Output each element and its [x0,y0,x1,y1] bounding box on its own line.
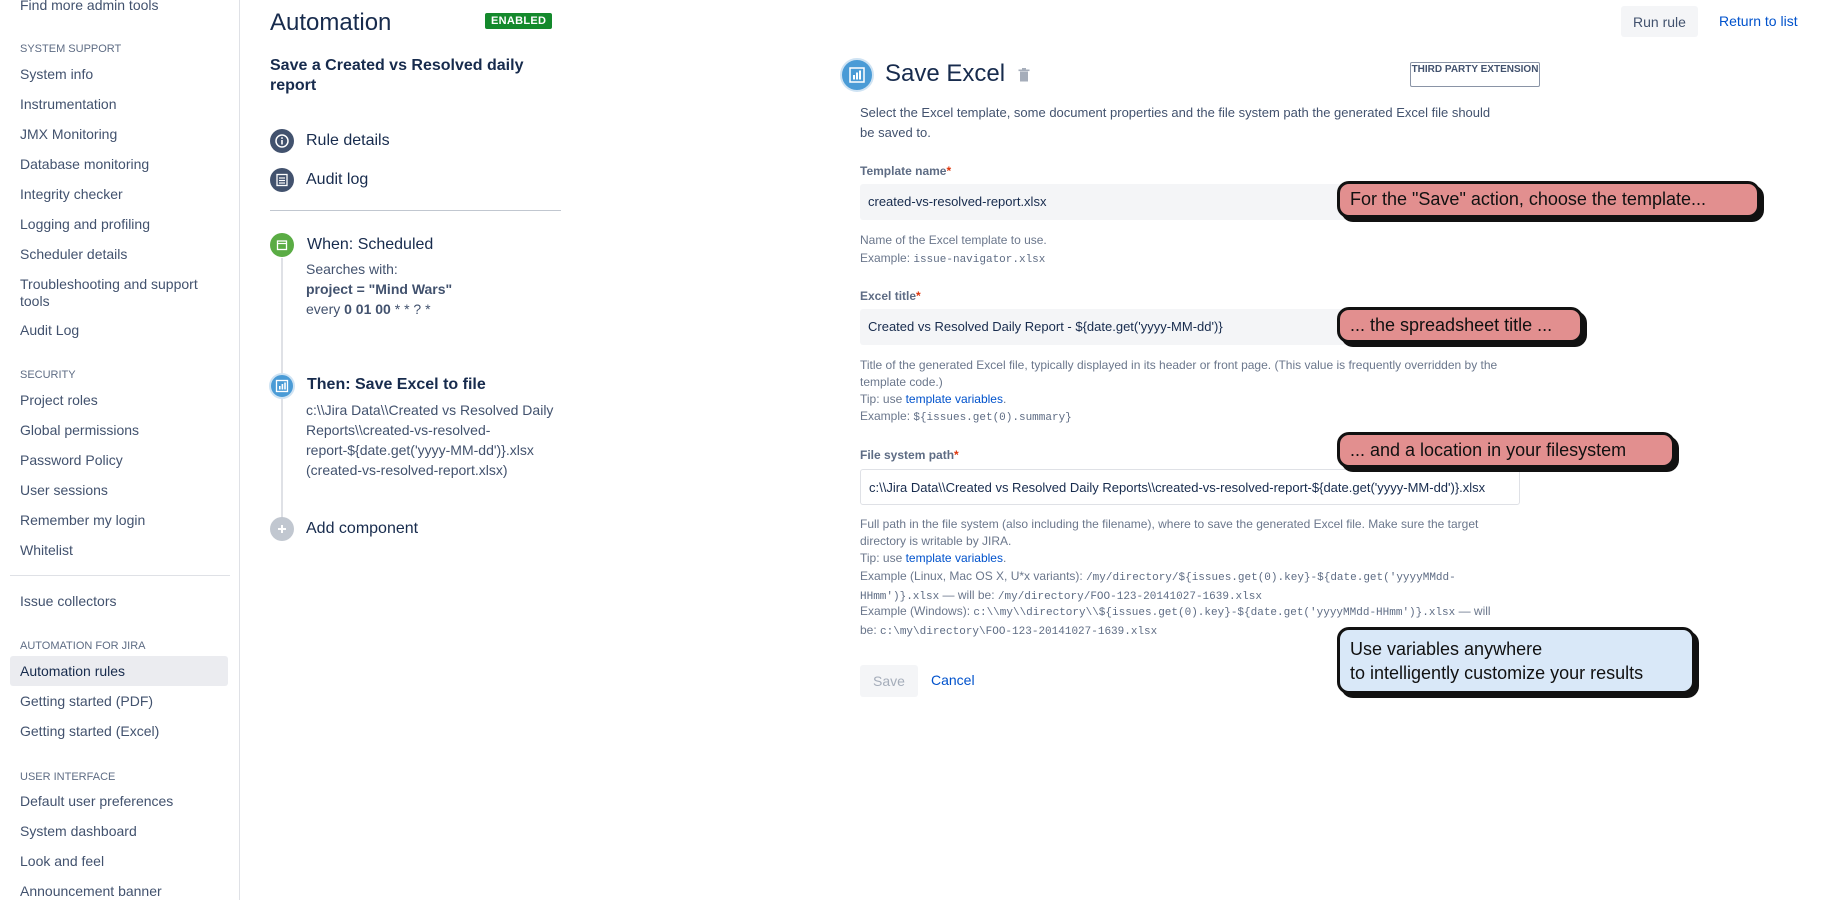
callout-variables-line-2: to intelligently customize your results [1350,662,1644,683]
action-template-name: (created-vs-resolved-report.xlsx) [306,462,508,478]
template-name-help: Name of the Excel template to use. [860,233,1047,247]
admin-sidebar: Find more admin tools SYSTEM SUPPORT Sys… [0,0,240,900]
sidebar-item-password-policy[interactable]: Password Policy [20,452,123,469]
sidebar-item-system-dashboard[interactable]: System dashboard [20,823,137,840]
excel-title-help: Title of the generated Excel file, typic… [860,358,1498,389]
return-to-list-link[interactable]: Return to list [1719,13,1798,29]
file-system-path-help: Full path in the file system (also inclu… [860,517,1479,548]
sidebar-item-user-sessions[interactable]: User sessions [20,482,108,499]
sidebar-item-getting-started-excel[interactable]: Getting started (Excel) [20,723,159,740]
sidebar-item-issue-collectors[interactable]: Issue collectors [20,593,116,610]
sidebar-heading-automation: AUTOMATION FOR JIRA [20,640,146,652]
action-path-line-2: Reports\\created-vs-resolved- [306,422,491,438]
sidebar-item-database-monitoring[interactable]: Database monitoring [20,156,149,173]
file-system-path-input[interactable]: c:\\Jira Data\\Created vs Resolved Daily… [860,469,1520,505]
trigger-jql: project = "Mind Wars" [306,281,453,297]
sidebar-item-global-permissions[interactable]: Global permissions [20,422,139,439]
sidebar-item-integrity-checker[interactable]: Integrity checker [20,186,123,203]
callout-title: ... the spreadsheet title ... [1337,307,1583,343]
template-variables-link-2[interactable]: template variables [906,551,1003,565]
excel-title-tip: Tip: use template variables. [860,392,1007,406]
audit-log-icon [270,168,294,192]
sidebar-item-getting-started-pdf[interactable]: Getting started (PDF) [20,693,153,710]
rule-details-link[interactable]: Rule details [306,132,390,150]
third-party-extension-badge[interactable]: THIRD PARTY EXTENSION [1410,62,1540,87]
excel-title-example: Example: ${issues.get(0).summary} [860,409,1072,424]
template-name-label: Template name* [860,164,952,178]
file-system-path-tip: Tip: use template variables. [860,551,1007,565]
template-name-example: Example: issue-navigator.xlsx [860,251,1046,266]
audit-log-link[interactable]: Audit log [306,171,368,189]
trigger-searches: Searches with: [306,261,398,277]
callout-variables: Use variables anywhere to intelligently … [1337,627,1695,694]
save-button[interactable]: Save [860,665,918,697]
sidebar-item-find-more-admin-tools[interactable]: Find more admin tools [20,0,159,14]
trigger-title[interactable]: When: Scheduled [307,236,433,254]
sidebar-item-automation-rules[interactable]: Automation rules [20,663,125,680]
callout-template: For the "Save" action, choose the templa… [1337,181,1760,218]
trigger-schedule: every 0 01 00 * * ? * [306,301,431,317]
sidebar-heading-user-interface: USER INTERFACE [20,771,116,783]
run-rule-button[interactable]: Run rule [1621,6,1698,37]
sidebar-item-look-and-feel[interactable]: Look and feel [20,853,104,870]
sidebar-item-remember-my-login[interactable]: Remember my login [20,512,145,529]
add-icon[interactable] [270,517,294,541]
callout-location: ... and a location in your filesystem [1337,432,1675,468]
form-description: Select the Excel template, some document… [860,105,1491,140]
template-variables-link[interactable]: template variables [906,392,1003,406]
sidebar-item-instrumentation[interactable]: Instrumentation [20,96,117,113]
sidebar-heading-system-support: SYSTEM SUPPORT [20,43,122,55]
sidebar-item-scheduler-details[interactable]: Scheduler details [20,246,127,263]
file-system-path-label: File system path* [860,448,959,462]
rule-name: Save a Created vs Resolved daily report [270,57,524,94]
form-title: Save Excel [885,60,1006,87]
file-system-path-example-unix: Example (Linux, Mac OS X, U*x variants):… [860,569,1456,603]
action-path-line-3: report-${date.get('yyyy-MM-dd')}.xlsx [306,442,534,458]
trash-icon[interactable] [1018,68,1030,85]
info-icon [270,129,294,153]
sidebar-item-whitelist[interactable]: Whitelist [20,542,73,559]
action-title[interactable]: Then: Save Excel to file [307,376,486,394]
sidebar-heading-security: SECURITY [20,369,76,381]
save-excel-icon [840,58,874,92]
sidebar-item-default-user-preferences[interactable]: Default user preferences [20,793,173,810]
sidebar-item-troubleshooting[interactable]: Troubleshooting and support tools [20,276,220,310]
sidebar-item-announcement-banner[interactable]: Announcement banner [20,883,162,900]
sidebar-item-project-roles[interactable]: Project roles [20,392,98,409]
page-title: Automation [270,9,392,36]
cancel-button[interactable]: Cancel [931,672,975,688]
add-component-link[interactable]: Add component [306,520,418,538]
calendar-icon [270,233,294,257]
sidebar-item-logging-and-profiling[interactable]: Logging and profiling [20,216,150,233]
excel-title-label: Excel title* [860,289,921,303]
status-badge: ENABLED [485,13,553,29]
action-path-line-1: c:\\Jira Data\\Created vs Resolved Daily [306,402,554,418]
sidebar-item-audit-log[interactable]: Audit Log [20,322,79,339]
sidebar-item-system-info[interactable]: System info [20,66,93,83]
rule-divider [270,210,561,211]
excel-icon [269,373,295,399]
sidebar-item-jmx-monitoring[interactable]: JMX Monitoring [20,126,117,143]
callout-variables-line-1: Use variables anywhere [1350,638,1543,659]
sidebar-divider [10,575,230,576]
